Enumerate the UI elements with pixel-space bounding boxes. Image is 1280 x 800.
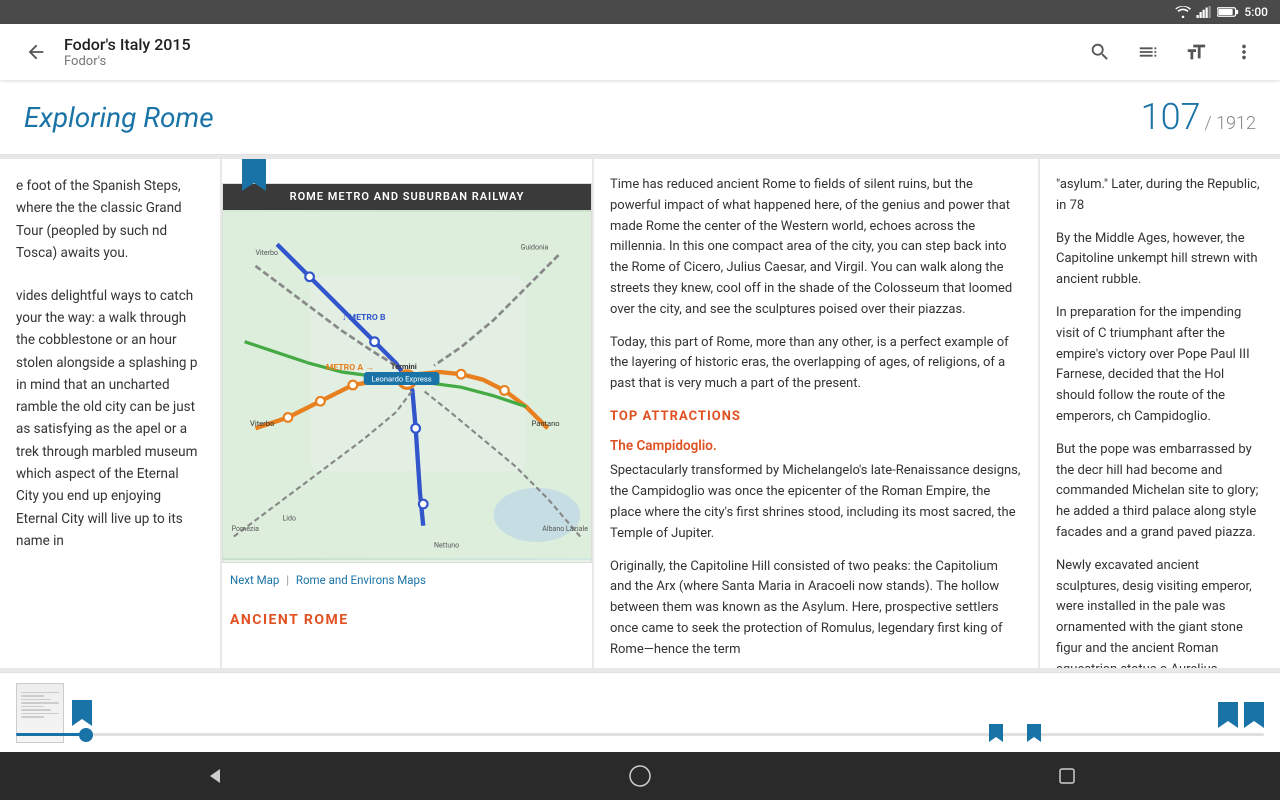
right-center-panel: Time has reduced ancient Rome to fields … xyxy=(594,159,1038,668)
app-bar: Fodor's Italy 2015 Fodor's xyxy=(0,24,1280,80)
svg-text:Albano Laziale: Albano Laziale xyxy=(542,524,588,533)
left-text: e foot of the Spanish Steps, where the t… xyxy=(16,175,204,264)
top-attractions-label: TOP ATTRACTIONS xyxy=(610,407,1022,428)
map-title: ROME METRO AND SUBURBAN RAILWAY xyxy=(223,184,591,210)
map-graphic: Viterbo Pantano Termini METRO A → ↓ METR… xyxy=(223,210,591,560)
bottom-right-bookmarks xyxy=(1218,702,1264,732)
font-button[interactable] xyxy=(1176,32,1216,72)
bookmark-marker-2[interactable] xyxy=(1027,724,1041,746)
svg-text:Lido: Lido xyxy=(283,513,296,522)
toc-button[interactable] xyxy=(1128,32,1168,72)
status-icons: 5:00 xyxy=(1175,5,1268,19)
more-button[interactable] xyxy=(1224,32,1264,72)
content-area: e foot of the Spanish Steps, where the t… xyxy=(0,155,1280,672)
svg-text:METRO A →: METRO A → xyxy=(326,362,374,372)
section-heading: ANCIENT ROME xyxy=(222,601,592,631)
bottom-bookmark-2[interactable] xyxy=(1218,702,1238,732)
nav-bar xyxy=(0,752,1280,800)
next-map-link[interactable]: Next Map xyxy=(230,573,279,587)
progress-bar[interactable] xyxy=(16,733,1264,736)
bottom-bookmark-3[interactable] xyxy=(1244,702,1264,732)
app-title-container: Fodor's Italy 2015 Fodor's xyxy=(64,35,1080,70)
metro-map[interactable]: ROME METRO AND SUBURBAN RAILWAY xyxy=(222,183,592,563)
back-button[interactable] xyxy=(16,32,56,72)
far-right-content: "asylum." Later, during the Republic, in… xyxy=(1040,159,1280,668)
search-button[interactable] xyxy=(1080,32,1120,72)
far-right-text5: Newly excavated ancient sculptures, desi… xyxy=(1056,556,1264,668)
original-text: Originally, the Capitoline Hill consiste… xyxy=(610,557,1022,661)
bottom-bookmark-1[interactable] xyxy=(72,700,92,726)
intro-paragraph: Time has reduced ancient Rome to fields … xyxy=(610,175,1022,321)
progress-thumb xyxy=(79,728,93,742)
nav-recents-button[interactable] xyxy=(1047,756,1087,796)
far-right-text1: "asylum." Later, during the Republic, in… xyxy=(1056,175,1264,217)
far-right-text4: But the pope was embarrassed by the decr… xyxy=(1056,440,1264,544)
svg-text:Termini: Termini xyxy=(391,361,417,370)
far-right-text3: In preparation for the impending visit o… xyxy=(1056,303,1264,428)
map-links: Next Map | Rome and Environs Maps xyxy=(222,571,592,589)
attraction-text: Spectacularly transformed by Michelangel… xyxy=(610,461,1022,544)
far-right-panel: "asylum." Later, during the Republic, in… xyxy=(1040,159,1280,668)
svg-text:Guidonia: Guidonia xyxy=(521,242,549,251)
chapter-header: Exploring Rome 107 / 1912 xyxy=(0,80,1280,155)
app-subtitle: Fodor's xyxy=(64,54,1080,70)
nav-home-button[interactable] xyxy=(620,756,660,796)
status-time: 5:00 xyxy=(1244,5,1268,19)
bottom-bar xyxy=(0,672,1280,752)
app-title: Fodor's Italy 2015 xyxy=(64,35,1080,54)
bookmark-top[interactable] xyxy=(242,159,266,199)
para2: Today, this part of Rome, more than any … xyxy=(610,333,1022,395)
nav-back-button[interactable] xyxy=(193,756,233,796)
left-panel: e foot of the Spanish Steps, where the t… xyxy=(0,159,220,668)
page-separator: / xyxy=(1205,113,1212,134)
svg-text:↓ METRO B: ↓ METRO B xyxy=(342,313,386,323)
bookmark-marker-1[interactable] xyxy=(989,724,1003,746)
svg-text:Viterbo: Viterbo xyxy=(255,248,278,257)
far-right-text2: By the Middle Ages, however, the Capitol… xyxy=(1056,229,1264,291)
page-total: / 1912 xyxy=(1205,113,1256,134)
left-text-2: vides delightful ways to catch your the … xyxy=(16,285,204,552)
center-panel: ROME METRO AND SUBURBAN RAILWAY xyxy=(222,159,592,668)
status-bar: 5:00 xyxy=(0,0,1280,24)
page-total-number: 1912 xyxy=(1216,113,1256,134)
page-indicator: 107 / 1912 xyxy=(1141,96,1256,138)
svg-text:Pomezia: Pomezia xyxy=(232,524,259,533)
svg-text:Leonardo Express: Leonardo Express xyxy=(371,374,431,383)
progress-fill xyxy=(16,733,86,736)
svg-text:Pantano: Pantano xyxy=(531,419,559,428)
wifi-icon xyxy=(1175,6,1191,18)
svg-text:Viterbo: Viterbo xyxy=(250,419,274,428)
page-current: 107 xyxy=(1141,96,1201,138)
signal-icon xyxy=(1196,6,1212,18)
left-panel-content: e foot of the Spanish Steps, where the t… xyxy=(0,159,220,668)
center-panel-content: ROME METRO AND SUBURBAN RAILWAY xyxy=(222,159,592,668)
rome-environs-link[interactable]: Rome and Environs Maps xyxy=(296,573,426,587)
app-bar-actions xyxy=(1080,32,1264,72)
battery-icon xyxy=(1217,6,1239,18)
chapter-title: Exploring Rome xyxy=(24,101,214,134)
svg-text:Nettuno: Nettuno xyxy=(434,540,459,549)
attraction-name: The Campidoglio. xyxy=(610,436,1022,458)
right-center-content: Time has reduced ancient Rome to fields … xyxy=(594,159,1038,668)
